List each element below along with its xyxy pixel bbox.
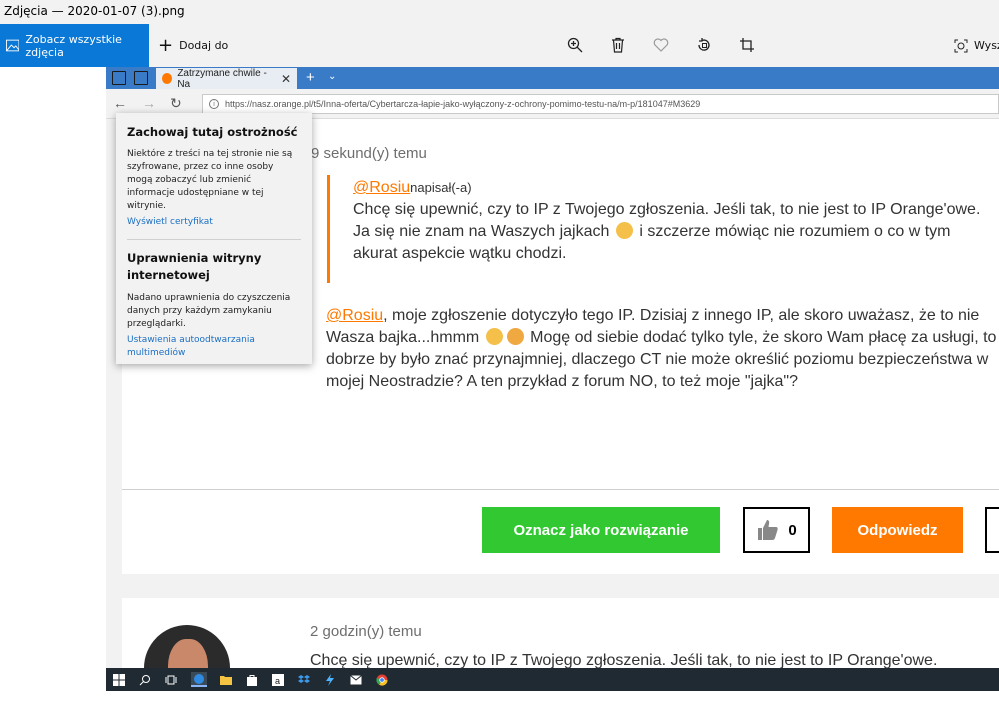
zoom-in-icon[interactable] (566, 36, 584, 54)
thumbs-up-icon (758, 520, 779, 540)
quoted-message: @Rosiunapisał(-a) Chcę się upewnić, czy … (353, 177, 993, 265)
reply-message: @Rosiu, moje zgłoszenie dotyczyło tego I… (326, 305, 999, 393)
delete-icon[interactable] (609, 36, 627, 54)
post-divider (122, 489, 999, 490)
search-label: Wysz (974, 39, 999, 52)
lightning-app-icon[interactable] (322, 672, 338, 687)
forward-arrow-icon[interactable]: → (142, 95, 156, 111)
window-title: Zdjęcia — 2020-01-07 (3).png (0, 0, 999, 24)
favorite-heart-icon[interactable] (652, 36, 670, 54)
post-2-time: 2 godzin(y) temu (310, 623, 422, 640)
rotate-icon[interactable] (695, 36, 713, 54)
back-arrow-icon[interactable]: ← (113, 95, 127, 111)
orange-favicon-icon (162, 73, 173, 84)
flyout-warning-text: Niektóre z treści na tej stronie nie są … (127, 149, 293, 211)
browser-tab-strip: Zatrzymane chwile - Na ✕ + ⌄ (106, 67, 999, 90)
search-icon[interactable] (137, 672, 153, 687)
site-info-flyout: Zachowaj tutaj ostrożność Niektóre z tre… (116, 113, 312, 364)
flyout-divider (127, 239, 301, 240)
select-icon (954, 39, 968, 52)
address-bar[interactable]: i https://nasz.orange.pl/t5/Inna-oferta/… (202, 94, 999, 114)
svg-text:a: a (275, 676, 280, 686)
view-certificate-link[interactable]: Wyświetl certyfikat (127, 216, 301, 229)
tab-title: Zatrzymane chwile - Na (177, 67, 267, 90)
file-explorer-icon[interactable] (218, 672, 234, 687)
flyout-title: Zachowaj tutaj ostrożność (127, 125, 298, 139)
url-text: https://nasz.orange.pl/t5/Inna-oferta/Cy… (225, 99, 701, 109)
kudos-button[interactable]: 0 (743, 507, 810, 553)
see-all-photos-button[interactable]: Zobacz wszystkie zdjęcia (0, 24, 149, 67)
tab-list-chevron-icon[interactable]: ⌄ (328, 71, 336, 82)
surprised-emoji-icon (485, 328, 503, 345)
kudos-count: 0 (788, 521, 797, 539)
photos-toolbar: Zobacz wszystkie zdjęcia + Dodaj do Wysz (0, 24, 999, 67)
post-time: 9 sekund(y) temu (311, 145, 427, 162)
smiley-emoji-icon (615, 222, 633, 239)
chrome-icon[interactable] (374, 672, 390, 687)
add-to-button[interactable]: + Dodaj do (158, 24, 228, 67)
amazon-icon[interactable]: a (270, 672, 286, 687)
search-button[interactable]: Wysz (954, 24, 999, 67)
store-icon[interactable] (244, 672, 260, 687)
add-to-label: Dodaj do (179, 39, 229, 52)
autoplay-settings-link[interactable]: Ustawienia autoodtwarzania multimediów (127, 334, 301, 360)
quote-bar (327, 175, 330, 283)
quote-line-1: Chcę się upewnić, czy to IP z Twojego zg… (353, 201, 981, 218)
tab-preview-icon[interactable] (112, 71, 126, 85)
refresh-icon[interactable]: ↻ (170, 95, 182, 112)
plus-icon: + (158, 34, 174, 56)
site-info-icon[interactable]: i (209, 99, 219, 109)
reply-button[interactable]: Odpowiedz (832, 507, 963, 553)
dropbox-icon[interactable] (296, 672, 312, 687)
quote-line-2a: Ja się nie znam na Waszych jajkach (353, 223, 610, 240)
crop-icon[interactable] (738, 36, 756, 54)
sad-emoji-icon (506, 328, 524, 345)
quote-wrote-label: napisał(-a) (410, 180, 472, 195)
browser-tab-active[interactable]: Zatrzymane chwile - Na ✕ (156, 67, 297, 90)
task-view-icon[interactable] (163, 672, 179, 687)
permissions-text: Nadano uprawnienia do czyszczenia danych… (127, 293, 291, 329)
windows-taskbar: a (106, 668, 999, 691)
see-all-label: Zobacz wszystkie zdjęcia (25, 32, 122, 59)
more-options-button[interactable] (985, 507, 999, 553)
photo-gallery-icon (6, 39, 20, 52)
mark-solution-button[interactable]: Oznacz jako rozwiązanie (482, 507, 720, 553)
mail-icon[interactable] (348, 672, 364, 687)
permissions-title: Uprawnienia witryny internetowej (127, 251, 262, 282)
quote-author-link[interactable]: @Rosiu (353, 179, 410, 196)
reply-mention-link[interactable]: @Rosiu (326, 307, 383, 324)
set-aside-tabs-icon[interactable] (134, 71, 148, 85)
windows-start-icon[interactable] (111, 672, 127, 687)
close-tab-icon[interactable]: ✕ (281, 72, 291, 86)
photo-viewer-image: Zatrzymane chwile - Na ✕ + ⌄ ← → ↻ i htt… (106, 67, 999, 691)
edge-taskbar-icon[interactable] (191, 672, 207, 687)
new-tab-button[interactable]: + (306, 69, 315, 86)
